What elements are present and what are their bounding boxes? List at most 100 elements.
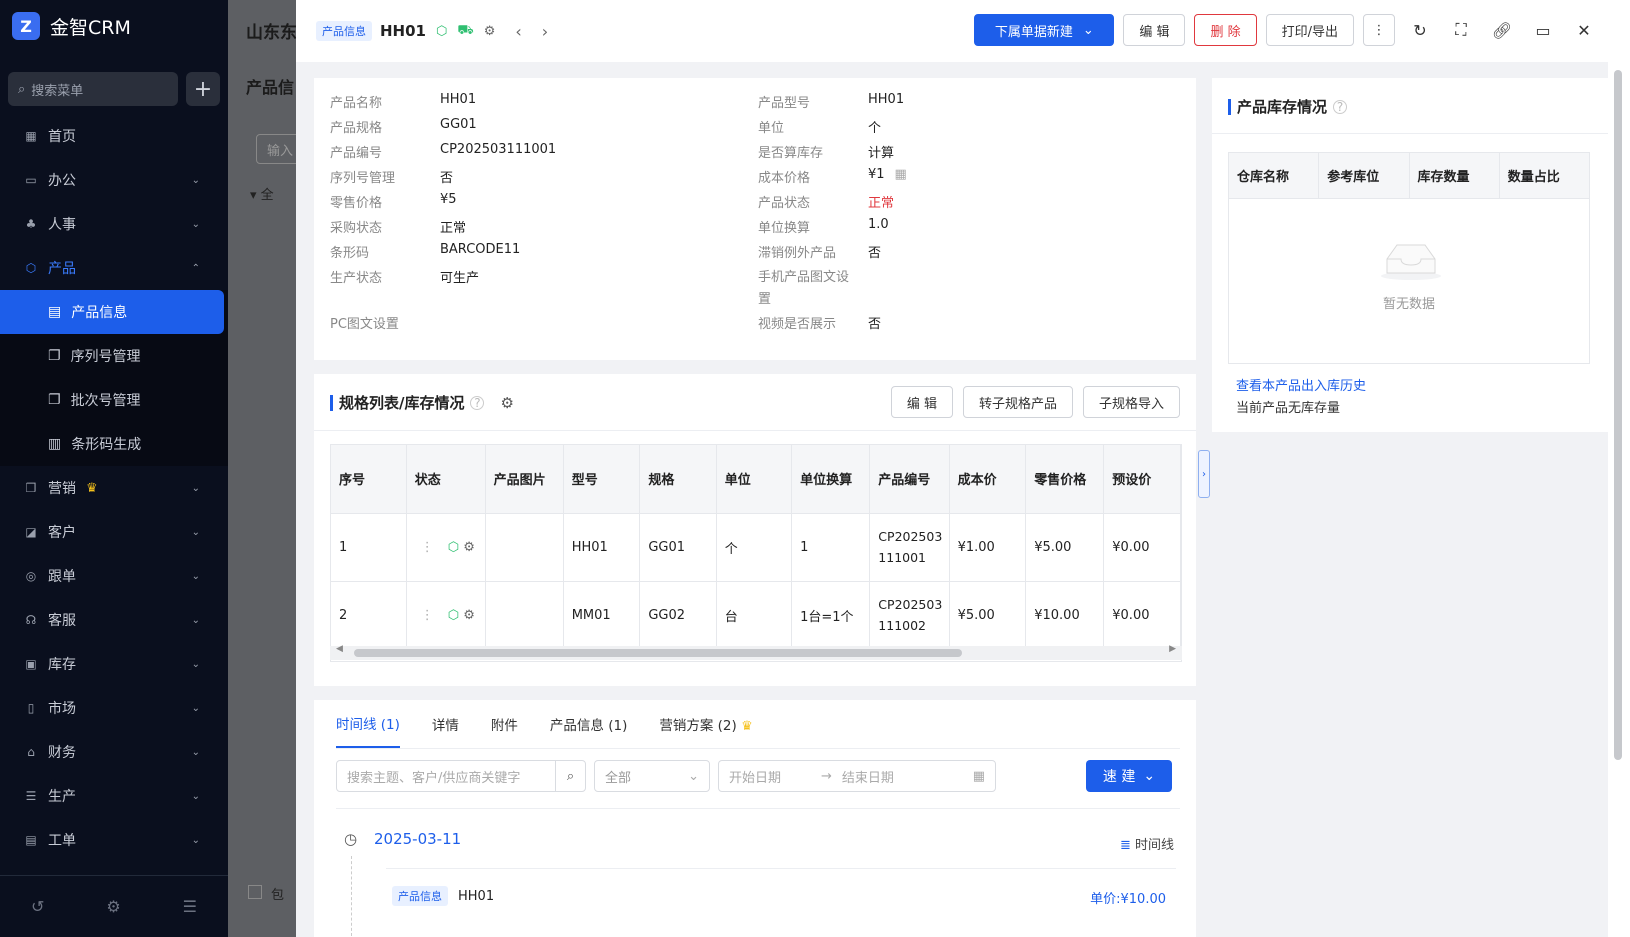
customer-icon: ◪ xyxy=(25,525,37,539)
date-range-picker[interactable]: 开始日期 → 结束日期 ▦ xyxy=(718,760,996,792)
scroll-thumb[interactable] xyxy=(1614,70,1622,760)
submenu-label: 产品信息 xyxy=(71,305,128,321)
column-header: 产品编号 xyxy=(869,445,950,514)
add-button[interactable]: + xyxy=(186,72,220,106)
follow-icon: ◎ xyxy=(25,569,37,583)
cell-conv: 1台=1个 xyxy=(791,581,871,650)
cell-no: 2 xyxy=(331,581,407,650)
refresh-icon[interactable]: ↻ xyxy=(1404,14,1436,46)
cell-model-link[interactable]: HH01 xyxy=(563,513,641,582)
menu-item-marketing[interactable]: ❒ 营销 ♛ ⌄ xyxy=(0,466,228,510)
next-record-icon[interactable]: › xyxy=(542,22,548,41)
sidebar-item-barcode[interactable]: ▥ 条形码生成 xyxy=(0,422,228,466)
collapse-menu-icon[interactable]: ☰ xyxy=(183,897,197,916)
help-icon[interactable]: ? xyxy=(1333,99,1348,114)
end-date-placeholder: 结束日期 xyxy=(841,770,894,786)
sidebar-item-product-info[interactable]: ▤ 产品信息 xyxy=(0,290,224,334)
menu-item-hr[interactable]: ♣ 人事 ⌄ xyxy=(0,202,228,246)
entry-type-tag: 产品信息 xyxy=(392,886,448,906)
sidebar-footer: ↺ ⚙ ☰ xyxy=(0,875,228,937)
tab-attachments[interactable]: 附件 xyxy=(491,714,518,734)
cell-model-link[interactable]: MM01 xyxy=(563,581,641,650)
sidebar-item-batch[interactable]: ❐ 批次号管理 xyxy=(0,378,228,422)
menu-item-customer[interactable]: ◪ 客户 ⌄ xyxy=(0,510,228,554)
new-sub-document-label: 下属单据新建 xyxy=(994,24,1073,40)
cell-spec-link[interactable]: GG01 xyxy=(639,513,717,582)
menu-item-finance[interactable]: ⌂ 财务 ⌄ xyxy=(0,730,228,774)
quick-create-label: 速 建 xyxy=(1102,769,1136,785)
timeline-panel: 时间线 (1) 详情 附件 产品信息 (1) 营销方案 (2) ♛ 搜索主题、客… xyxy=(314,700,1196,937)
import-sub-spec-button[interactable]: 子规格导入 xyxy=(1082,386,1180,418)
calculator-icon[interactable]: ▦ xyxy=(895,167,907,186)
timeline-view-switch[interactable]: ≣ 时间线 xyxy=(1120,834,1174,853)
chevron-down-icon: ⌄ xyxy=(1082,22,1094,38)
more-button[interactable]: ⋮ xyxy=(1363,14,1395,46)
spec-actions: 编 辑 转子规格产品 子规格导入 xyxy=(890,386,1180,418)
info-field: 序列号管理否 xyxy=(330,171,454,186)
prev-record-icon[interactable]: ‹ xyxy=(515,22,521,41)
header-actions: 下属单据新建 ⌄ 编 辑 删 除 打印/导出 ⋮ ↻ ⛶ 🔗︎ ▭ ✕ xyxy=(974,14,1600,46)
scroll-right-icon[interactable]: ▶ xyxy=(1169,644,1176,654)
link-icon[interactable]: 🔗︎ xyxy=(1486,14,1518,46)
print-export-button[interactable]: 打印/导出 xyxy=(1265,14,1354,46)
settings-sliders-icon[interactable]: ⚙ xyxy=(106,897,120,916)
tab-timeline[interactable]: 时间线 (1) xyxy=(336,700,400,748)
settings-icon[interactable]: ⚙ xyxy=(500,394,513,412)
scroll-left-icon[interactable]: ◀ xyxy=(336,644,343,654)
close-icon[interactable]: ✕ xyxy=(1568,14,1600,46)
menu-item-follow[interactable]: ◎ 跟单 ⌄ xyxy=(0,554,228,598)
table-row: 1 ⋮ ⬡ ⚙ HH01 GG01 个 1 CP202503 111001 ¥1.0… xyxy=(331,513,1181,582)
convert-sub-spec-button[interactable]: 转子规格产品 xyxy=(962,386,1073,418)
menu-item-home[interactable]: ▦ 首页 xyxy=(0,114,228,158)
timeline-entry[interactable]: 产品信息 HH01 xyxy=(392,886,494,906)
chevron-down-icon: ⌄ xyxy=(191,834,200,846)
plus-icon: + xyxy=(193,76,213,102)
menu-label: 产品 xyxy=(48,261,76,277)
sidebar-item-serial[interactable]: ❐ 序列号管理 xyxy=(0,334,228,378)
menu-item-production[interactable]: ☰ 生产 ⌄ xyxy=(0,774,228,818)
scroll-thumb[interactable] xyxy=(354,649,962,657)
tab-marketing[interactable]: 营销方案 (2) ♛ xyxy=(659,714,752,734)
horizontal-scrollbar[interactable]: ◀ ▶ xyxy=(330,644,1182,660)
type-select[interactable]: 全部 ⌄ xyxy=(594,760,710,792)
cell-status: ⋮ ⬡ ⚙ xyxy=(406,513,486,582)
tab-details[interactable]: 详情 xyxy=(432,714,459,734)
drag-handle-icon[interactable]: ⋮ xyxy=(421,608,434,623)
delete-button[interactable]: 删 除 xyxy=(1194,14,1257,46)
brand-logo[interactable]: Z 金智CRM xyxy=(0,0,228,52)
info-field: 单位换算 1.0 xyxy=(758,217,889,236)
search-icon[interactable]: ⌕ xyxy=(555,761,585,791)
timeline-search-input[interactable]: 搜索主题、客户/供应商关键字 ⌕ xyxy=(336,760,586,792)
laptop-icon[interactable]: ▭ xyxy=(1527,14,1559,46)
menu-search-input[interactable]: ⌕ 搜索菜单 xyxy=(8,72,178,106)
cell-spec-link[interactable]: GG02 xyxy=(639,581,717,650)
history-icon[interactable]: ↺ xyxy=(31,897,44,916)
new-sub-document-button[interactable]: 下属单据新建 ⌄ xyxy=(974,14,1115,46)
entry-price: 单价:¥10.00 xyxy=(1090,892,1166,907)
collapse-side-panel-handle[interactable]: › xyxy=(1198,450,1210,498)
chevron-down-icon: ⌄ xyxy=(1143,768,1156,784)
menu-item-ticket[interactable]: ▤ 工单 ⌄ xyxy=(0,818,228,862)
menu-item-service[interactable]: ☊ 客服 ⌄ xyxy=(0,598,228,642)
help-icon[interactable]: ? xyxy=(470,395,485,410)
cube-icon: ⬡ xyxy=(435,23,448,39)
menu-item-product[interactable]: ⬡ 产品 ⌃ xyxy=(0,246,228,290)
stock-history-link[interactable]: 查看本产品出入库历史 xyxy=(1236,375,1366,394)
menu-item-market[interactable]: ▯ 市场 ⌄ xyxy=(0,686,228,730)
empty-inbox-icon xyxy=(1381,244,1441,280)
info-field: 成本价格 ¥1 ▦ xyxy=(758,167,907,186)
menu-item-office[interactable]: ▭ 办公 ⌄ xyxy=(0,158,228,202)
column-header: 单位换算 xyxy=(791,445,871,514)
spec-edit-button[interactable]: 编 辑 xyxy=(890,386,953,418)
chevron-down-icon: ⌄ xyxy=(688,768,699,784)
edit-button[interactable]: 编 辑 xyxy=(1123,14,1186,46)
tab-product-info[interactable]: 产品信息 (1) xyxy=(550,714,627,734)
vertical-scrollbar[interactable] xyxy=(1608,62,1630,937)
cell-unit: 台 xyxy=(716,581,793,650)
fullscreen-icon[interactable]: ⛶ xyxy=(1445,14,1477,46)
start-date-placeholder: 开始日期 xyxy=(729,770,782,786)
menu-item-warehouse[interactable]: ▣ 库存 ⌄ xyxy=(0,642,228,686)
quick-create-button[interactable]: 速 建 ⌄ xyxy=(1086,760,1172,792)
info-field: 生产状态 可生产 xyxy=(330,271,480,286)
drag-handle-icon[interactable]: ⋮ xyxy=(421,540,434,555)
